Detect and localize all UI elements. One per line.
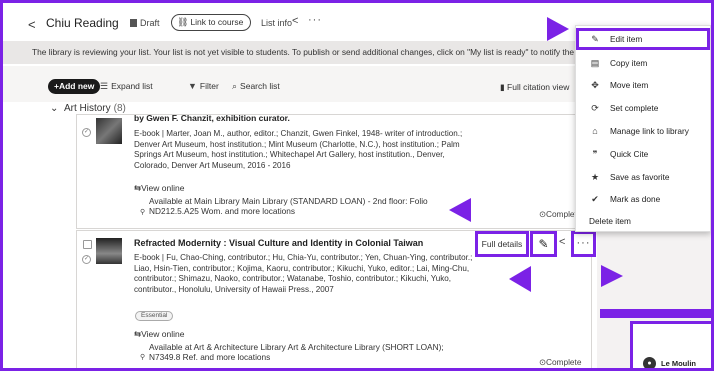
back-icon[interactable]: < <box>28 17 36 32</box>
avatar: ● <box>643 357 656 368</box>
app-window: < Chiu Reading Draft ⛓ Link to course Lis… <box>0 0 714 371</box>
menu-item-label: Save as favorite <box>610 172 670 182</box>
menu-item-manage-link[interactable]: ⌂ Manage link to library <box>576 120 710 142</box>
location-pin-icon: ⚲ <box>140 354 146 361</box>
pencil-icon[interactable]: ✎ <box>530 231 557 257</box>
set-complete-icon: ⟳ <box>591 103 599 113</box>
more-options-button[interactable]: ··· <box>571 231 596 257</box>
book-cover-thumbnail <box>96 238 122 264</box>
copy-icon: ▤ <box>590 58 600 68</box>
item-title[interactable]: by Gwen F. Chanzit, exhibition curator. <box>134 113 290 123</box>
full-details-button[interactable]: Full details <box>475 231 529 257</box>
side-panel-text: Le Moulin <box>661 359 696 368</box>
highlight-bar <box>600 309 711 318</box>
view-online-label: View online <box>141 329 185 339</box>
pointer-arrow <box>509 266 531 292</box>
star-icon: ★ <box>590 172 600 182</box>
pointer-arrow <box>449 198 471 222</box>
item-description: E-book | Fu, Chao-Ching, contributor.; H… <box>134 253 473 294</box>
page-title: Chiu Reading <box>46 16 119 30</box>
pointer-arrow <box>601 265 623 287</box>
share-icon[interactable]: < <box>559 236 565 248</box>
expand-icon: ☰ <box>100 81 109 91</box>
menu-item-copy[interactable]: ▤ Copy item <box>576 52 710 74</box>
menu-item-set-complete[interactable]: ⟳ Set complete <box>576 97 710 119</box>
search-list-button[interactable]: ⌕ Search list <box>232 81 280 92</box>
menu-item-label: Edit item <box>610 34 643 44</box>
list-info-button[interactable]: List info <box>261 18 292 28</box>
menu-item-mark-done[interactable]: ✔ Mark as done <box>576 188 710 210</box>
complete-check-icon[interactable]: ✓ <box>82 255 91 264</box>
item-description: E-book | Marter, Joan M., author, editor… <box>134 129 463 170</box>
section-header[interactable]: ⌄ Art History (8) <box>50 103 126 114</box>
add-new-button[interactable]: +Add new <box>48 79 101 94</box>
essential-badge: Essential <box>135 311 174 321</box>
section-name: Art History <box>63 103 111 114</box>
check-circle-icon: ⊙ <box>539 357 546 367</box>
pointer-arrow <box>547 17 569 41</box>
full-citation-label: Full citation view <box>507 82 570 92</box>
draft-status: Draft <box>130 18 160 28</box>
pencil-icon: ✎ <box>591 34 599 44</box>
availability-text: Available at Art & Architecture Library … <box>149 342 444 362</box>
full-citation-view-toggle[interactable]: ▮ Full citation view <box>500 82 569 93</box>
check-circle-icon: ✔ <box>591 194 599 204</box>
menu-item-move[interactable]: ✥ Move item <box>576 74 710 96</box>
link-to-course-button[interactable]: ⛓ Link to course <box>171 14 252 31</box>
chevron-down-icon: ⌄ <box>50 103 59 114</box>
expand-list-label: Expand list <box>111 81 153 91</box>
link-to-course-label: Link to course <box>190 17 244 27</box>
share-icon[interactable]: < <box>292 15 298 27</box>
menu-item-label: Manage link to library <box>610 126 689 136</box>
item-actions-menu: ✎ Edit item ▤ Copy item ✥ Move item ⟳ Set co… <box>575 25 711 232</box>
library-icon: ⌂ <box>592 126 598 136</box>
section-count: (8) <box>113 103 126 114</box>
view-online-link[interactable]: ⇆View online <box>134 329 184 340</box>
menu-item-label: Set complete <box>610 103 659 113</box>
search-icon: ⌕ <box>232 81 238 91</box>
view-online-link[interactable]: ⇆View online <box>134 183 184 194</box>
more-options-icon[interactable]: ··· <box>308 14 322 26</box>
menu-item-label: Move item <box>610 80 649 90</box>
availability-text: Available at Main Library Main Library (… <box>149 196 428 216</box>
menu-item-label: Copy item <box>610 58 648 68</box>
menu-item-label: Quick Cite <box>610 149 649 159</box>
complete-status[interactable]: ⊙Complete <box>539 357 581 367</box>
quote-icon: ❞ <box>592 149 598 159</box>
document-icon <box>130 19 137 27</box>
complete-label: Complete <box>545 357 582 367</box>
move-icon: ✥ <box>591 80 599 90</box>
expand-list-button[interactable]: ☰ Expand list <box>100 81 153 92</box>
filter-button[interactable]: ▼ Filter <box>188 81 219 91</box>
check-circle-icon: ⊙ <box>539 209 546 219</box>
complete-check-icon[interactable]: ✓ <box>82 128 91 137</box>
view-online-label: View online <box>141 183 185 193</box>
filter-label: Filter <box>199 81 219 91</box>
link-icon: ⛓ <box>177 17 189 27</box>
draft-label: Draft <box>140 18 160 28</box>
search-list-label: Search list <box>240 81 280 91</box>
menu-item-save-favorite[interactable]: ★ Save as favorite <box>576 166 710 188</box>
menu-item-label: Delete item <box>589 216 631 226</box>
location-pin-icon: ⚲ <box>140 209 146 216</box>
item-select-checkbox[interactable] <box>83 240 92 249</box>
book-cover-thumbnail <box>96 118 122 144</box>
menu-item-quick-cite[interactable]: ❞ Quick Cite <box>576 143 710 165</box>
menu-item-delete[interactable]: Delete item <box>576 210 710 232</box>
menu-item-edit[interactable]: ✎ Edit item <box>576 28 710 50</box>
menu-item-label: Mark as done <box>610 194 661 204</box>
item-title[interactable]: Refracted Modernity : Visual Culture and… <box>134 238 423 248</box>
filter-icon: ▼ <box>188 81 197 91</box>
